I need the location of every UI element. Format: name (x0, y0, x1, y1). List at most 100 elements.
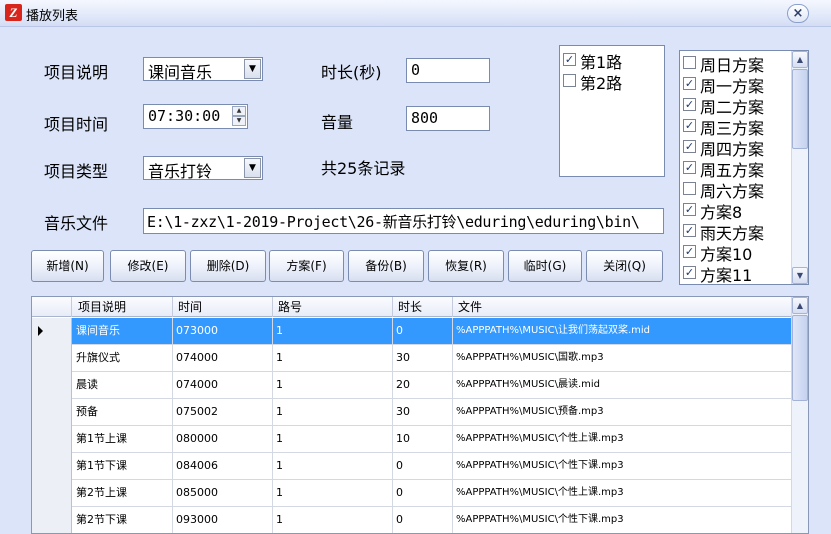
scroll-up-icon[interactable]: ▲ (792, 51, 808, 68)
scheme-item[interactable]: ✓ 方案8 (680, 199, 792, 222)
checkbox[interactable]: ✓ (683, 161, 696, 174)
duration-value: 0 (411, 61, 421, 79)
table-row[interactable]: 第2节上课 085000 1 0 %APPPATH%\MUSIC\个性上课.mp… (32, 480, 793, 507)
dropdown-arrow-icon[interactable]: ▼ (244, 59, 261, 79)
close-button[interactable]: 关闭(Q) (586, 250, 663, 282)
duration-field[interactable]: 0 (406, 58, 490, 83)
cell-time: 075002 (173, 399, 273, 426)
scheme-item[interactable]: 周六方案 (680, 178, 792, 201)
edit-button-label: 修改(E) (127, 259, 169, 273)
scheme-scrollbar[interactable]: ▲ ▼ (791, 51, 808, 284)
cell-time: 084006 (173, 453, 273, 480)
table-row[interactable]: 课间音乐 073000 1 0 %APPPATH%\MUSIC\让我们荡起双桨.… (32, 318, 793, 345)
checkbox[interactable]: ✓ (683, 119, 696, 132)
scheme-item[interactable]: ✓ 周一方案 (680, 73, 792, 96)
edit-button[interactable]: 修改(E) (110, 250, 186, 282)
cell-desc: 预备 (73, 399, 173, 426)
cell-duration: 20 (393, 372, 453, 399)
checkbox[interactable]: ✓ (683, 140, 696, 153)
checkbox[interactable]: ✓ (683, 266, 696, 279)
spin-down-icon[interactable]: ▼ (232, 116, 246, 126)
scheme-button[interactable]: 方案(F) (269, 250, 344, 282)
time-label: 项目时间 (44, 115, 109, 134)
scheme-item[interactable]: 周日方案 (680, 52, 792, 75)
restore-button[interactable]: 恢复(R) (428, 250, 504, 282)
playlist-grid[interactable]: 项目说明 时间 路号 时长 文件 课间音乐 073000 1 0 %APPPAT… (31, 296, 809, 534)
checkbox[interactable]: ✓ (683, 98, 696, 111)
title-bar: Z 播放列表 × (0, 0, 831, 27)
backup-button[interactable]: 备份(B) (348, 250, 424, 282)
scheme-item[interactable]: ✓ 雨天方案 (680, 220, 792, 243)
temp-button[interactable]: 临时(G) (508, 250, 582, 282)
table-row[interactable]: 第1节上课 080000 1 10 %APPPATH%\MUSIC\个性上课.m… (32, 426, 793, 453)
checkbox[interactable]: ✓ (683, 77, 696, 90)
scheme-item[interactable]: ✓ 方案11 (680, 262, 792, 284)
time-field[interactable]: 07:30:00 ▲ ▼ (143, 104, 248, 129)
scroll-thumb[interactable] (792, 315, 808, 401)
music-file-field[interactable]: E:\1-zxz\1-2019-Project\26-新音乐打铃\eduring… (143, 208, 664, 234)
cell-route: 1 (273, 480, 393, 507)
grid-scrollbar[interactable]: ▲ (791, 297, 808, 533)
column-header-file[interactable]: 文件 (453, 297, 793, 317)
scheme-item[interactable]: ✓ 方案10 (680, 241, 792, 264)
volume-label: 音量 (321, 113, 354, 132)
file-label: 音乐文件 (44, 214, 109, 233)
desc-label: 项目说明 (44, 63, 109, 82)
delete-button-label: 删除(D) (206, 259, 250, 273)
cell-duration: 0 (393, 507, 453, 533)
column-header-desc[interactable]: 项目说明 (73, 297, 173, 317)
cell-file: %APPPATH%\MUSIC\国歌.mp3 (456, 352, 604, 363)
type-label: 项目类型 (44, 162, 109, 181)
checkbox[interactable] (683, 56, 696, 69)
scheme-item[interactable]: ✓ 周二方案 (680, 94, 792, 117)
window-title: 播放列表 (26, 9, 79, 24)
scroll-thumb[interactable] (792, 69, 808, 149)
cell-duration: 30 (393, 399, 453, 426)
checkbox[interactable]: ✓ (683, 203, 696, 216)
route-item-2[interactable]: 第2路 (560, 70, 664, 93)
row-indicator (32, 399, 72, 426)
checkbox[interactable]: ✓ (683, 224, 696, 237)
dropdown-arrow-icon[interactable]: ▼ (244, 158, 261, 178)
close-window-button[interactable]: × (787, 4, 809, 23)
cell-desc: 第2节上课 (73, 480, 173, 507)
cell-route: 1 (273, 318, 393, 345)
checkbox[interactable]: ✓ (563, 53, 576, 66)
cell-file: %APPPATH%\MUSIC\个性上课.mp3 (456, 487, 624, 498)
type-combo[interactable]: 音乐打铃 ▼ (143, 156, 263, 181)
cell-route: 1 (273, 372, 393, 399)
table-row[interactable]: 晨读 074000 1 20 %APPPATH%\MUSIC\晨读.mid (32, 372, 793, 399)
checkbox[interactable] (683, 182, 696, 195)
delete-button[interactable]: 删除(D) (190, 250, 266, 282)
cell-route: 1 (273, 399, 393, 426)
table-row[interactable]: 第1节下课 084006 1 0 %APPPATH%\MUSIC\个性下课.mp… (32, 453, 793, 480)
scroll-down-icon[interactable]: ▼ (792, 267, 808, 284)
row-indicator-header (32, 297, 72, 317)
column-header-duration[interactable]: 时长 (393, 297, 453, 317)
desc-combo[interactable]: 课间音乐 ▼ (143, 57, 263, 82)
table-row[interactable]: 第2节下课 093000 1 0 %APPPATH%\MUSIC\个性下课.mp… (32, 507, 793, 533)
route-item-1[interactable]: ✓ 第1路 (560, 49, 664, 72)
add-button[interactable]: 新增(N) (31, 250, 104, 282)
time-value: 07:30:00 (148, 107, 221, 125)
cell-route: 1 (273, 426, 393, 453)
table-row[interactable]: 预备 075002 1 30 %APPPATH%\MUSIC\预备.mp3 (32, 399, 793, 426)
scroll-up-icon[interactable]: ▲ (792, 297, 808, 314)
checkbox[interactable] (563, 74, 576, 87)
scheme-item[interactable]: ✓ 周四方案 (680, 136, 792, 159)
scheme-item[interactable]: ✓ 周三方案 (680, 115, 792, 138)
cell-time: 073000 (173, 318, 273, 345)
table-row[interactable]: 升旗仪式 074000 1 30 %APPPATH%\MUSIC\国歌.mp3 (32, 345, 793, 372)
app-logo-icon: Z (5, 4, 22, 21)
scheme-item[interactable]: ✓ 周五方案 (680, 157, 792, 180)
cell-time: 080000 (173, 426, 273, 453)
volume-field[interactable]: 800 (406, 106, 490, 131)
cell-time: 093000 (173, 507, 273, 533)
column-header-route[interactable]: 路号 (273, 297, 393, 317)
column-header-time[interactable]: 时间 (173, 297, 273, 317)
time-spinner[interactable]: ▲ ▼ (232, 106, 246, 127)
cell-time: 074000 (173, 345, 273, 372)
spin-up-icon[interactable]: ▲ (232, 106, 246, 116)
checkbox[interactable]: ✓ (683, 245, 696, 258)
row-indicator (32, 507, 72, 533)
